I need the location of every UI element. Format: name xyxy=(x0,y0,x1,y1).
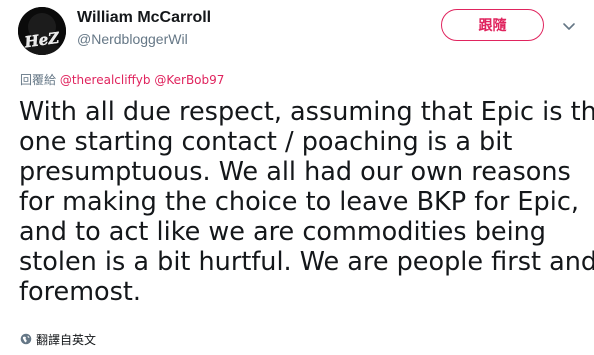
author-handle[interactable]: @NerdbloggerWil xyxy=(77,31,188,47)
translate-link[interactable]: 翻譯自英文 xyxy=(20,331,96,347)
mention-link[interactable]: @therealcliffyb xyxy=(60,73,151,87)
reply-prefix: 回覆給 xyxy=(20,73,57,87)
tweet-text-line: foremost. xyxy=(19,277,142,307)
tweet-text-line: and to act like we are commodities being xyxy=(19,217,546,247)
tweet-text: With all due respect, assuming that Epic… xyxy=(19,97,594,307)
tweet-card: HeZ William McCarroll @NerdbloggerWil 跟隨… xyxy=(0,0,594,355)
tweet-text-line: for making the choice to leave BKP for E… xyxy=(19,187,579,217)
author-display-name[interactable]: William McCarroll xyxy=(77,9,211,27)
translate-label[interactable]: 翻譯自英文 xyxy=(36,331,96,348)
reply-context: 回覆給 @therealcliffyb @KerBob97 xyxy=(20,71,224,88)
tweet-text-line: presumptuous. We all had our own reasons xyxy=(19,157,571,187)
tweet-text-line: With all due respect, assuming that Epic… xyxy=(19,97,594,127)
follow-button[interactable]: 跟隨 xyxy=(441,9,544,41)
mention-link[interactable]: @KerBob97 xyxy=(154,73,224,87)
avatar[interactable]: HeZ xyxy=(18,7,66,55)
globe-icon xyxy=(20,333,32,345)
avatar-image: HeZ xyxy=(18,7,66,55)
chevron-down-icon[interactable] xyxy=(560,17,578,35)
tweet-text-line: one starting contact / poaching is a bit xyxy=(19,127,513,157)
tweet-text-line: stolen is a bit hurtful. We are people f… xyxy=(19,247,594,277)
